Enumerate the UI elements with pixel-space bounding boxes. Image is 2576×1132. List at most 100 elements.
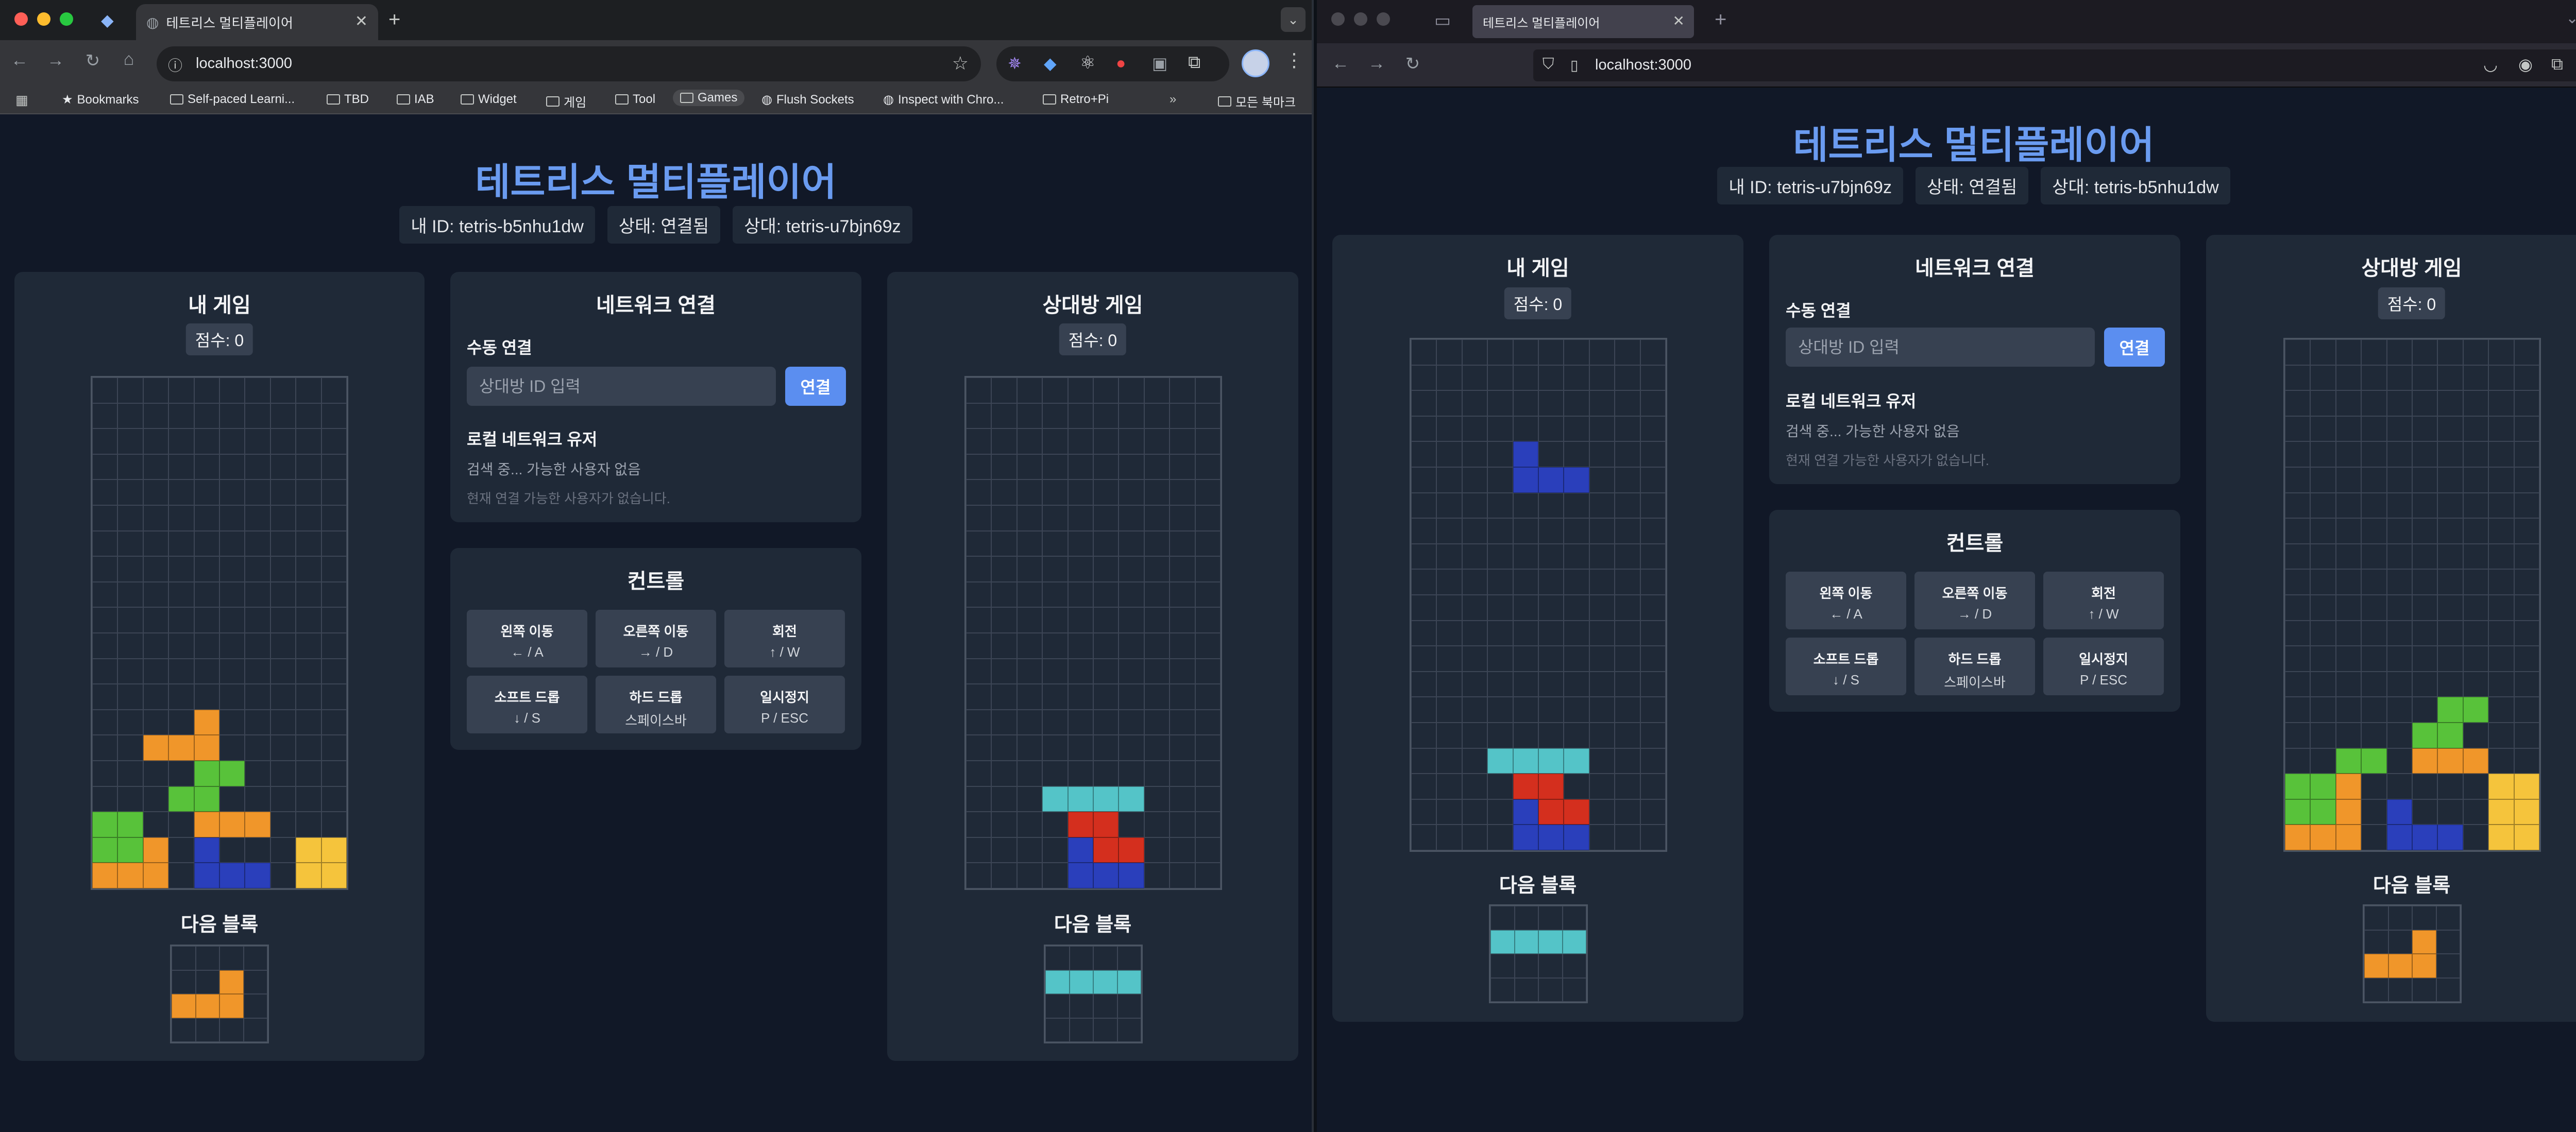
bookmark-star-icon[interactable]: ☆ — [952, 53, 969, 74]
block-cell — [1067, 786, 1093, 812]
empty-cell — [2463, 569, 2489, 595]
address-bar[interactable]: ⓘ localhost:3000 ☆ — [157, 46, 981, 81]
maximize-window-icon[interactable] — [1377, 12, 1390, 26]
empty-cell — [1042, 735, 1068, 761]
site-info-icon[interactable]: ⓘ — [168, 55, 182, 75]
opponent-id-input[interactable] — [467, 367, 776, 406]
bookmark-games[interactable]: Games — [673, 90, 745, 106]
chrome-tab-active[interactable]: ◍ 테트리스 멀티플레이어 ✕ — [136, 4, 378, 40]
empty-cell — [195, 970, 219, 994]
close-tab-icon[interactable]: ✕ — [355, 12, 368, 30]
chrome-menu-icon[interactable]: ⋮ — [1285, 49, 1303, 71]
empty-cell — [966, 530, 992, 557]
empty-cell — [1436, 697, 1462, 723]
empty-cell — [1170, 760, 1195, 786]
empty-cell — [1538, 365, 1564, 391]
minimize-window-icon[interactable] — [37, 12, 50, 26]
account-icon[interactable]: ◉ — [2518, 55, 2533, 74]
empty-cell — [219, 428, 245, 454]
empty-cell — [1487, 594, 1513, 621]
empty-cell — [245, 479, 270, 505]
bookmark-retropi[interactable]: Retro+Pi — [1043, 92, 1109, 107]
extension-purple-icon[interactable]: ✵ — [1008, 54, 1022, 73]
close-window-icon[interactable] — [14, 12, 28, 26]
apps-grid-icon[interactable]: ▦ — [15, 92, 28, 108]
new-tab-icon[interactable]: + — [388, 8, 400, 31]
back-icon[interactable]: ← — [1327, 54, 1354, 74]
close-window-icon[interactable] — [1331, 12, 1345, 26]
bookmark-tbd[interactable]: TBD — [327, 92, 369, 107]
forward-icon[interactable]: → — [42, 50, 69, 71]
gem-icon[interactable]: ◆ — [101, 10, 114, 30]
extensions-icon[interactable]: ⧉ — [2551, 55, 2563, 74]
connect-button[interactable]: 연결 — [2104, 328, 2165, 367]
bookmark-flush-sockets[interactable]: ◍ Flush Sockets — [761, 92, 854, 107]
empty-cell — [2488, 467, 2514, 493]
bookmark-inspect[interactable]: ◍ Inspect with Chro... — [883, 92, 1004, 107]
bookmarks-overflow-icon[interactable]: » — [1170, 92, 1176, 107]
bookmark-bookmarks[interactable]: ★ Bookmarks — [62, 92, 139, 107]
empty-cell — [1118, 760, 1144, 786]
empty-cell — [2361, 697, 2387, 723]
empty-cell — [2386, 467, 2412, 493]
forward-icon[interactable]: → — [1363, 54, 1390, 74]
control-soft-drop: 소프트 드롭 ↓ / S — [1786, 638, 1906, 695]
reload-icon[interactable]: ↻ — [1399, 54, 1426, 74]
block-cell — [2437, 722, 2463, 748]
empty-cell — [194, 658, 219, 684]
empty-cell — [1042, 403, 1068, 429]
empty-cell — [1487, 697, 1513, 723]
extension-gray-icon[interactable]: ▣ — [1152, 54, 1167, 73]
empty-cell — [1589, 467, 1615, 493]
empty-cell — [270, 735, 296, 761]
empty-cell — [1589, 697, 1615, 723]
bookmark-widget[interactable]: Widget — [461, 92, 517, 107]
extension-gem-icon[interactable]: ◆ — [1044, 54, 1057, 73]
bookmark-all[interactable]: 모든 북마크 — [1218, 92, 1296, 110]
connect-button[interactable]: 연결 — [785, 367, 846, 406]
empty-cell — [1487, 492, 1513, 519]
empty-cell — [2437, 646, 2463, 672]
empty-cell — [92, 607, 118, 633]
bookmark-iab[interactable]: IAB — [397, 92, 434, 107]
minimize-window-icon[interactable] — [1354, 12, 1367, 26]
opponent-id-input[interactable] — [1786, 328, 2095, 367]
close-tab-icon[interactable]: ✕ — [1673, 12, 1685, 29]
list-tabs-icon[interactable]: ⌄ — [2566, 9, 2576, 27]
network-title: 네트워크 연결 — [1915, 257, 2035, 280]
bookmark-self-paced[interactable]: Self-paced Learni... — [170, 92, 295, 107]
empty-cell — [1067, 760, 1093, 786]
maximize-window-icon[interactable] — [60, 12, 73, 26]
firefox-tab-active[interactable]: 테트리스 멀티플레이어 ✕ — [1472, 5, 1694, 38]
pocket-icon[interactable]: ◡ — [2483, 55, 2498, 74]
empty-cell — [2463, 774, 2489, 799]
tab-search-icon[interactable]: ⌄ — [1281, 7, 1306, 32]
block-cell — [2412, 722, 2438, 748]
empty-cell — [2412, 365, 2438, 391]
empty-cell — [2488, 671, 2514, 697]
bookmark-tool[interactable]: Tool — [615, 92, 655, 107]
empty-cell — [1436, 671, 1462, 697]
back-icon[interactable]: ← — [6, 50, 33, 71]
empty-cell — [1411, 774, 1437, 799]
block-cell — [194, 812, 219, 837]
home-icon[interactable]: ⌂ — [115, 49, 142, 70]
empty-cell — [1411, 518, 1437, 544]
reload-icon[interactable]: ↻ — [79, 50, 106, 71]
empty-cell — [1462, 339, 1488, 365]
empty-cell — [219, 378, 245, 403]
empty-cell — [270, 709, 296, 735]
profile-avatar[interactable] — [1242, 49, 1269, 77]
extensions-puzzle-icon[interactable]: ⧉ — [1188, 53, 1200, 73]
address-bar[interactable]: ⛉ ▯ localhost:3000 ☆ — [1533, 49, 2576, 81]
extension-red-icon[interactable]: ● — [1116, 54, 1126, 73]
block-cell — [219, 760, 245, 786]
empty-cell — [966, 581, 992, 608]
empty-cell — [1144, 709, 1170, 735]
tab-overview-icon[interactable]: ▭ — [1434, 10, 1451, 31]
extension-react-icon[interactable]: ⚛ — [1080, 53, 1095, 73]
shield-icon[interactable]: ⛉ — [1543, 56, 1554, 73]
bookmark-game[interactable]: 게임 — [546, 92, 586, 110]
new-tab-icon[interactable]: + — [1715, 8, 1726, 31]
block-cell — [1513, 774, 1538, 799]
